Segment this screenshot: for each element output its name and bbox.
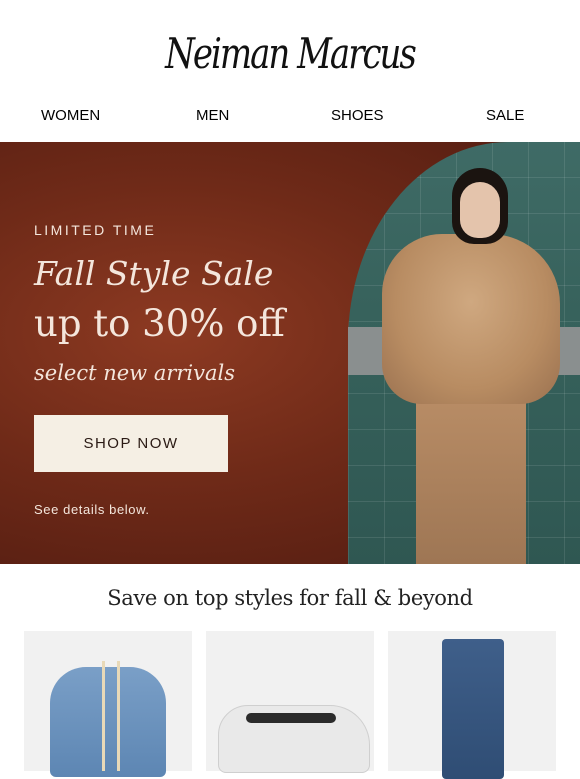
sneaker-stripe: [246, 713, 336, 723]
product-card-sneaker[interactable]: [206, 631, 374, 773]
hero-headline: Fall Style Sale: [34, 254, 274, 293]
hero-offer: up to 30% off: [34, 302, 285, 345]
nav-item-sale[interactable]: SALE: [486, 107, 524, 124]
category-nav: WOMEN MEN SHOES SALE: [0, 98, 580, 142]
jacket-trim: [102, 661, 120, 771]
product-grid: [0, 631, 580, 779]
model-fur-coat: [382, 234, 560, 404]
model-face: [460, 182, 500, 238]
brand-logo[interactable]: Neiman Marcus: [165, 29, 417, 79]
nav-item-women[interactable]: WOMEN: [41, 107, 100, 124]
model-skirt: [416, 392, 526, 564]
email-header: Neiman Marcus: [0, 0, 580, 98]
section-title: Save on top styles for fall & beyond: [107, 586, 473, 610]
hero-subline: select new arrivals: [34, 361, 236, 385]
product-card-jeans[interactable]: [388, 631, 556, 779]
jeans-image: [442, 639, 504, 779]
product-card-jacket[interactable]: [24, 631, 192, 777]
hero-banner[interactable]: LIMITED TIME Fall Style Sale up to 30% o…: [0, 142, 580, 564]
nav-item-men[interactable]: MEN: [196, 107, 229, 124]
hero-eyebrow: LIMITED TIME: [34, 222, 157, 238]
shop-now-button[interactable]: SHOP NOW: [34, 415, 228, 472]
details-note[interactable]: See details below.: [34, 502, 150, 517]
nav-item-shoes[interactable]: SHOES: [331, 107, 384, 124]
model-photo[interactable]: [348, 142, 580, 564]
